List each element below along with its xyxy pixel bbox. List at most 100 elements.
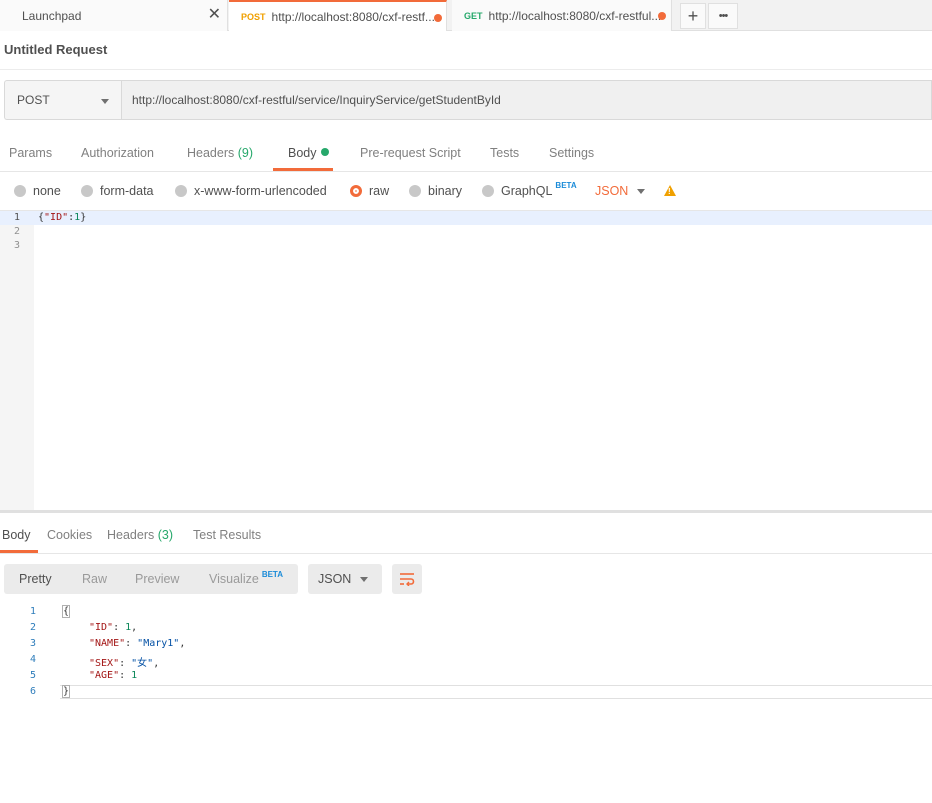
- tab-settings[interactable]: Settings: [549, 146, 594, 160]
- headers-count: (9): [237, 146, 254, 160]
- chevron-down-icon[interactable]: [637, 189, 645, 194]
- tab-bar: Launchpad ✕ POST http://localhost:8080/c…: [0, 0, 932, 31]
- code-token: }: [80, 212, 87, 223]
- divider: [0, 171, 932, 172]
- unsaved-dot-icon: [434, 14, 442, 22]
- response-format-select[interactable]: JSON: [308, 564, 382, 594]
- json-value: "女": [131, 658, 154, 669]
- active-line-highlight: [0, 211, 932, 225]
- plus-icon: +: [687, 5, 699, 26]
- json-field: "NAME": "Mary1",: [89, 638, 186, 649]
- tab-params[interactable]: Params: [9, 146, 52, 160]
- tab-prerequest-script[interactable]: Pre-request Script: [360, 146, 461, 160]
- radio-label: none: [33, 184, 61, 198]
- view-preview-button[interactable]: Preview: [135, 572, 179, 586]
- json-field: "SEX": "女",: [89, 658, 160, 669]
- method-select[interactable]: POST: [4, 80, 121, 120]
- new-tab-button[interactable]: +: [680, 3, 706, 29]
- radio-binary[interactable]: binary: [409, 184, 462, 198]
- line-number: 2: [30, 622, 37, 633]
- tab-test-results[interactable]: Test Results: [193, 528, 261, 542]
- json-key: "NAME": [89, 638, 126, 649]
- line-number: 5: [30, 670, 37, 681]
- code-line: {"ID":1}: [38, 212, 86, 223]
- tab-launchpad[interactable]: Launchpad ✕: [0, 0, 228, 31]
- tab-method: POST: [241, 11, 266, 22]
- json-comma: ,: [153, 658, 160, 669]
- active-line-highlight: [60, 685, 932, 699]
- json-close-brace: }: [62, 685, 71, 698]
- beta-badge: BETA: [261, 570, 283, 579]
- tab-method: GET: [464, 10, 483, 21]
- close-icon[interactable]: ✕: [208, 7, 221, 23]
- chevron-down-icon: [101, 99, 109, 104]
- divider: [0, 553, 932, 554]
- json-field: "ID": 1,: [89, 622, 138, 633]
- radio-label: GraphQL: [501, 184, 553, 198]
- radio-graphql[interactable]: GraphQL BETA: [482, 180, 577, 198]
- json-open-brace: {: [62, 605, 71, 618]
- tab-response-body[interactable]: Body: [2, 528, 31, 542]
- line-number: 1: [30, 606, 37, 617]
- view-raw-button[interactable]: Raw: [82, 572, 107, 586]
- json-key: "SEX": [89, 658, 120, 669]
- tab-response-headers[interactable]: Headers (3): [107, 528, 173, 542]
- radio-urlencoded[interactable]: x-www-form-urlencoded: [175, 184, 327, 198]
- radio-circle-icon: [81, 185, 93, 197]
- tab-label: http://localhost:8080/cxf-restful...: [488, 8, 661, 23]
- tab-body-label: Body: [288, 146, 317, 160]
- beta-badge: BETA: [555, 180, 577, 190]
- json-comma: ,: [131, 622, 138, 633]
- headers-count: (3): [157, 528, 174, 542]
- view-pretty-button[interactable]: Pretty: [19, 572, 52, 586]
- radio-circle-icon: [409, 185, 421, 197]
- tab-post-request[interactable]: POST http://localhost:8080/cxf-restf...: [229, 0, 447, 31]
- warning-mark: !: [668, 187, 671, 196]
- tab-label: http://localhost:8080/cxf-restf...: [271, 9, 435, 24]
- line-gutter: [0, 211, 34, 511]
- wrap-lines-button[interactable]: [392, 564, 422, 594]
- body-indicator-dot-icon: [320, 148, 329, 156]
- view-visualize-button[interactable]: Visualize BETA: [209, 570, 283, 586]
- request-title[interactable]: Untitled Request: [4, 42, 107, 57]
- chevron-down-icon: [360, 577, 368, 582]
- tab-get-request[interactable]: GET http://localhost:8080/cxf-restful...: [452, 0, 672, 31]
- tab-headers[interactable]: Headers (9): [187, 146, 253, 160]
- code-token: "ID": [44, 212, 69, 223]
- tab-headers-label: Headers: [187, 146, 235, 160]
- tab-label: Launchpad: [22, 8, 82, 23]
- radio-label: x-www-form-urlencoded: [194, 184, 327, 198]
- tab-tests[interactable]: Tests: [490, 146, 519, 160]
- line-number: 2: [14, 226, 21, 237]
- radio-form-data[interactable]: form-data: [81, 184, 154, 198]
- url-input[interactable]: http://localhost:8080/cxf-restful/servic…: [121, 80, 932, 120]
- visualize-label: Visualize: [209, 572, 259, 586]
- line-number: 1: [14, 212, 21, 223]
- radio-label: form-data: [100, 184, 154, 198]
- body-format-select[interactable]: JSON: [595, 184, 628, 198]
- json-key: "AGE": [89, 670, 120, 681]
- tab-authorization[interactable]: Authorization: [81, 146, 154, 160]
- url-value: http://localhost:8080/cxf-restful/servic…: [132, 93, 501, 107]
- radio-none[interactable]: none: [14, 184, 61, 198]
- wrap-lines-icon: [400, 573, 415, 586]
- json-comma: ,: [179, 638, 186, 649]
- radio-circle-icon: [175, 185, 187, 197]
- line-number: 3: [14, 240, 21, 251]
- ellipsis-icon: •••: [718, 10, 729, 22]
- json-value: "Mary1": [137, 638, 180, 649]
- radio-label: binary: [428, 184, 463, 198]
- pane-splitter[interactable]: [0, 510, 932, 513]
- tab-cookies[interactable]: Cookies: [47, 528, 92, 542]
- line-number: 6: [30, 686, 37, 697]
- json-key: "ID": [89, 622, 114, 633]
- json-value: 1: [131, 670, 138, 681]
- tab-label: Headers: [107, 528, 155, 542]
- radio-raw[interactable]: raw: [350, 184, 389, 198]
- unsaved-dot-icon: [658, 12, 666, 20]
- tab-body[interactable]: Body: [288, 146, 329, 160]
- request-body-editor[interactable]: 1 2 3 {"ID":1}: [0, 210, 932, 511]
- radio-circle-icon: [482, 185, 494, 197]
- more-tabs-button[interactable]: •••: [708, 3, 738, 29]
- divider: [0, 69, 932, 70]
